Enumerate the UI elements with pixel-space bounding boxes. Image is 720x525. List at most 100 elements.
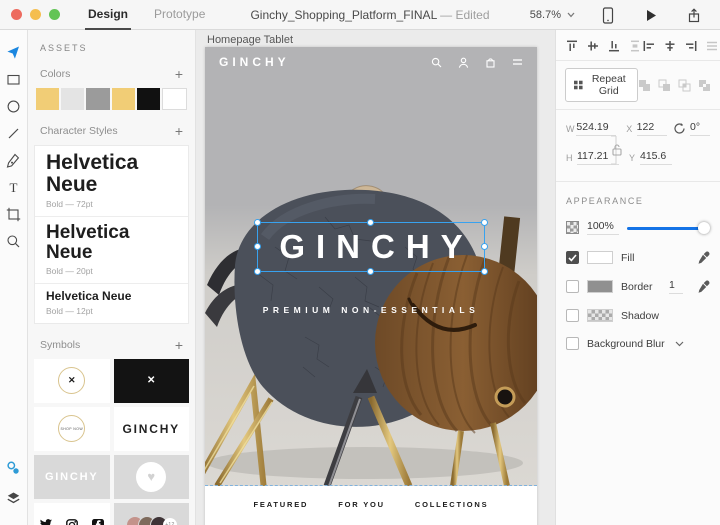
boolean-exclude-icon[interactable] xyxy=(698,79,711,92)
selection-handle[interactable] xyxy=(481,243,488,250)
symbol-social-icons[interactable] xyxy=(34,503,110,525)
artboard-tool-icon[interactable] xyxy=(0,201,28,228)
text-tool-icon[interactable]: T xyxy=(0,174,28,201)
account-icon[interactable] xyxy=(458,57,469,68)
tab-prototype[interactable]: Prototype xyxy=(154,0,205,30)
size-lock-icon[interactable] xyxy=(611,132,625,168)
rotation-field[interactable]: 0° xyxy=(690,121,710,136)
artboard-label[interactable]: Homepage Tablet xyxy=(207,34,293,46)
shadow-checkbox[interactable] xyxy=(566,309,579,322)
opacity-field[interactable]: 100% xyxy=(587,220,619,235)
menu-icon[interactable] xyxy=(512,58,523,66)
nav-link-for-you[interactable]: FOR YOU xyxy=(338,500,385,525)
border-checkbox[interactable] xyxy=(566,280,579,293)
maximize-window-button[interactable] xyxy=(49,9,60,20)
symbol-close-circle[interactable]: ✕ xyxy=(34,359,110,403)
symbol-close-square[interactable]: ✕ xyxy=(114,359,190,403)
border-color-swatch[interactable] xyxy=(587,280,613,293)
add-symbol-button[interactable]: + xyxy=(175,340,183,350)
selection-handle[interactable] xyxy=(254,268,261,275)
pen-tool-icon[interactable] xyxy=(0,147,28,174)
shadow-label: Shadow xyxy=(621,310,659,322)
play-button[interactable] xyxy=(637,2,665,29)
site-logo[interactable]: GINCHY xyxy=(219,55,290,69)
selection-handle[interactable] xyxy=(481,268,488,275)
eyedropper-icon[interactable] xyxy=(697,251,710,264)
line-tool-icon[interactable] xyxy=(0,120,28,147)
selected-text-layer[interactable]: GINCHY xyxy=(257,222,485,272)
x-field[interactable]: 122 xyxy=(637,121,667,136)
cart-icon[interactable] xyxy=(485,57,496,68)
rectangle-tool-icon[interactable] xyxy=(0,66,28,93)
align-top-icon[interactable] xyxy=(565,39,579,53)
zoom-tool-icon[interactable] xyxy=(0,228,28,255)
color-swatch[interactable] xyxy=(86,88,109,110)
minimize-window-button[interactable] xyxy=(30,9,41,20)
background-blur-checkbox[interactable] xyxy=(566,337,579,350)
character-style-item[interactable]: Helvetica Neue Bold — 20pt xyxy=(35,217,188,284)
color-swatch[interactable] xyxy=(112,88,135,110)
instagram-icon xyxy=(66,519,78,525)
assets-library-icon[interactable] xyxy=(0,453,28,483)
symbol-logo-light[interactable]: GINCHY xyxy=(34,455,110,499)
align-bottom-icon[interactable] xyxy=(607,39,621,53)
ellipse-tool-icon[interactable] xyxy=(0,93,28,120)
fill-color-swatch[interactable] xyxy=(587,251,613,264)
fill-label: Fill xyxy=(621,252,634,264)
boolean-subtract-icon[interactable] xyxy=(658,79,671,92)
color-swatch[interactable] xyxy=(36,88,59,110)
character-style-item[interactable]: Helvetica Neue Bold — 72pt xyxy=(35,146,188,217)
shadow-swatch[interactable] xyxy=(587,309,613,322)
align-middle-icon[interactable] xyxy=(586,39,600,53)
hero-image[interactable]: GINCHY GINCHY xyxy=(205,47,537,486)
color-swatch-row xyxy=(36,88,187,110)
y-field[interactable]: 415.6 xyxy=(640,150,672,165)
eyedropper-icon[interactable] xyxy=(697,280,710,293)
boolean-intersect-icon[interactable] xyxy=(678,79,691,92)
selection-handle[interactable] xyxy=(367,268,374,275)
share-icon[interactable] xyxy=(680,2,708,29)
selection-handle[interactable] xyxy=(254,243,261,250)
color-swatch[interactable] xyxy=(61,88,84,110)
select-tool-icon[interactable] xyxy=(0,39,28,66)
opacity-slider-knob[interactable] xyxy=(698,222,710,234)
hero-tagline[interactable]: PREMIUM NON-ESSENTIALS xyxy=(205,305,537,315)
design-canvas[interactable]: Homepage Tablet xyxy=(196,30,555,525)
twitter-icon xyxy=(40,519,52,525)
symbol-heart-button[interactable]: ♥ xyxy=(114,455,190,499)
symbol-avatars[interactable]: +12 xyxy=(114,503,190,525)
layers-icon[interactable] xyxy=(0,483,28,513)
border-width-field[interactable]: 1 xyxy=(669,279,683,294)
symbol-badge-circle[interactable]: SHOP NOW xyxy=(34,407,110,451)
opacity-slider[interactable] xyxy=(627,222,710,234)
transform-section: W 524.19 X 122 0° H 117.21 Y 415.6 xyxy=(556,110,720,181)
add-color-button[interactable]: + xyxy=(175,69,183,79)
device-preview-button[interactable] xyxy=(594,2,622,29)
distribute-horizontal-icon[interactable] xyxy=(705,39,719,53)
boolean-add-icon[interactable] xyxy=(638,79,651,92)
tab-design[interactable]: Design xyxy=(88,0,128,30)
hero-headline[interactable]: GINCHY xyxy=(279,228,473,266)
selection-handle[interactable] xyxy=(254,219,261,226)
color-swatch[interactable] xyxy=(137,88,160,110)
chevron-down-icon[interactable] xyxy=(675,341,684,347)
align-left-icon[interactable] xyxy=(642,39,656,53)
fill-checkbox[interactable] xyxy=(566,251,579,264)
close-window-button[interactable] xyxy=(11,9,22,20)
viewport-height-guide[interactable] xyxy=(205,485,537,486)
nav-link-featured[interactable]: FEATURED xyxy=(254,500,309,525)
search-icon[interactable] xyxy=(431,57,442,68)
character-style-item[interactable]: Helvetica Neue Bold — 12pt xyxy=(35,284,188,323)
nav-link-collections[interactable]: COLLECTIONS xyxy=(415,500,489,525)
repeat-grid-button[interactable]: Repeat Grid xyxy=(565,68,638,102)
selection-handle[interactable] xyxy=(481,219,488,226)
symbol-logo-dark[interactable]: GINCHY xyxy=(114,407,190,451)
artboard-homepage-tablet[interactable]: GINCHY GINCHY xyxy=(205,47,537,525)
add-character-style-button[interactable]: + xyxy=(175,126,183,136)
distribute-vertical-icon[interactable] xyxy=(628,39,642,53)
zoom-level-control[interactable]: 58.7% xyxy=(530,9,575,21)
color-swatch[interactable] xyxy=(162,88,187,110)
selection-handle[interactable] xyxy=(367,219,374,226)
align-center-icon[interactable] xyxy=(663,39,677,53)
align-right-icon[interactable] xyxy=(684,39,698,53)
